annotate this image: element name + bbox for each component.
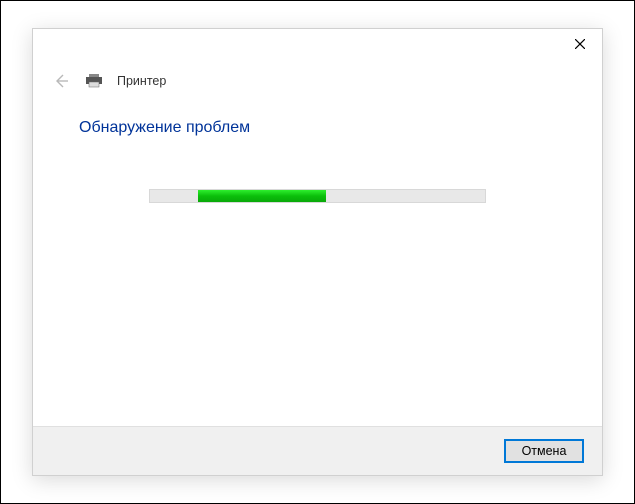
back-button — [51, 71, 71, 91]
close-icon — [575, 39, 585, 49]
close-button[interactable] — [557, 29, 602, 59]
troubleshooter-dialog: Принтер Обнаружение проблем Отмена — [32, 28, 603, 476]
content-area — [33, 137, 602, 426]
progress-fill — [198, 190, 326, 202]
titlebar — [33, 29, 602, 63]
progress-bar — [149, 189, 486, 203]
printer-icon — [85, 74, 103, 88]
header-row: Принтер — [33, 63, 602, 97]
page-title: Обнаружение проблем — [33, 97, 602, 137]
breadcrumb: Принтер — [117, 74, 166, 88]
dialog-footer: Отмена — [33, 426, 602, 475]
cancel-button[interactable]: Отмена — [504, 439, 584, 463]
back-arrow-icon — [53, 73, 69, 89]
